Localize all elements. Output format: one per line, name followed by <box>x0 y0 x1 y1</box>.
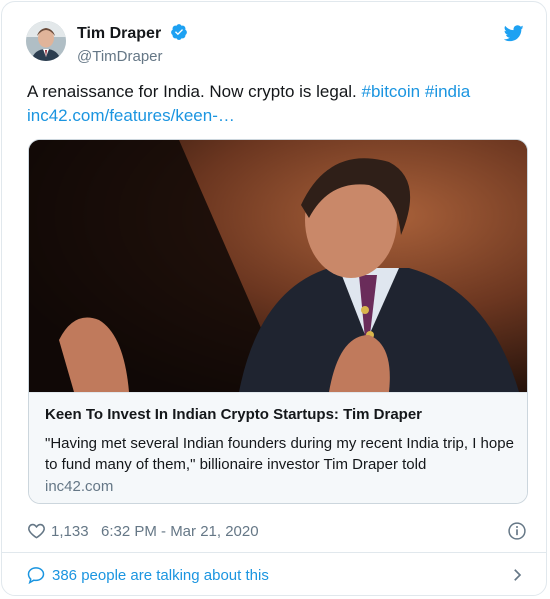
heart-icon[interactable] <box>27 521 46 544</box>
card-image[interactable] <box>29 140 527 392</box>
conversation-link[interactable]: 386 people are talking about this <box>26 564 526 586</box>
card-description: "Having met several Indian founders duri… <box>45 435 514 473</box>
info-icon[interactable] <box>507 521 527 545</box>
hashtag-india[interactable]: #india <box>425 82 470 101</box>
author-display-name-row[interactable]: Tim Draper <box>77 23 188 47</box>
link-preview-card[interactable]: Keen To Invest In Indian Crypto Startups… <box>28 139 528 504</box>
tweet-body-text: A renaissance for India. Now crypto is l… <box>27 82 357 101</box>
divider <box>2 552 546 553</box>
avatar[interactable] <box>26 21 66 61</box>
tweet-link[interactable]: inc42.com/features/keen-… <box>27 106 235 125</box>
verified-badge-icon <box>170 23 188 47</box>
tweet-meta: 1,133 6:32 PM - Mar 21, 2020 <box>27 520 527 544</box>
chevron-right-icon[interactable] <box>508 566 526 588</box>
like-count[interactable]: 1,133 <box>51 523 89 540</box>
twitter-bird-icon[interactable] <box>503 25 524 47</box>
card-domain: inc42.com <box>45 478 114 495</box>
talking-count-label[interactable]: 386 people are talking about this <box>52 567 269 584</box>
tweet-text: A renaissance for India. Now crypto is l… <box>27 80 527 128</box>
hashtag-bitcoin[interactable]: #bitcoin <box>362 82 421 101</box>
embedded-tweet: Tim Draper @TimDraper A renaissance for … <box>1 1 547 596</box>
card-body[interactable]: Keen To Invest In Indian Crypto Startups… <box>29 392 527 503</box>
card-title[interactable]: Keen To Invest In Indian Crypto Startups… <box>45 405 422 425</box>
comment-bubble-icon <box>26 565 46 589</box>
author-names: Tim Draper @TimDraper <box>77 23 188 67</box>
tweet-timestamp[interactable]: 6:32 PM - Mar 21, 2020 <box>101 523 259 540</box>
author-handle[interactable]: @TimDraper <box>77 47 188 67</box>
tweet-header: Tim Draper @TimDraper <box>26 21 526 65</box>
avatar-image <box>26 21 66 61</box>
author-display-name[interactable]: Tim Draper <box>77 25 161 42</box>
card-photo <box>29 140 527 392</box>
